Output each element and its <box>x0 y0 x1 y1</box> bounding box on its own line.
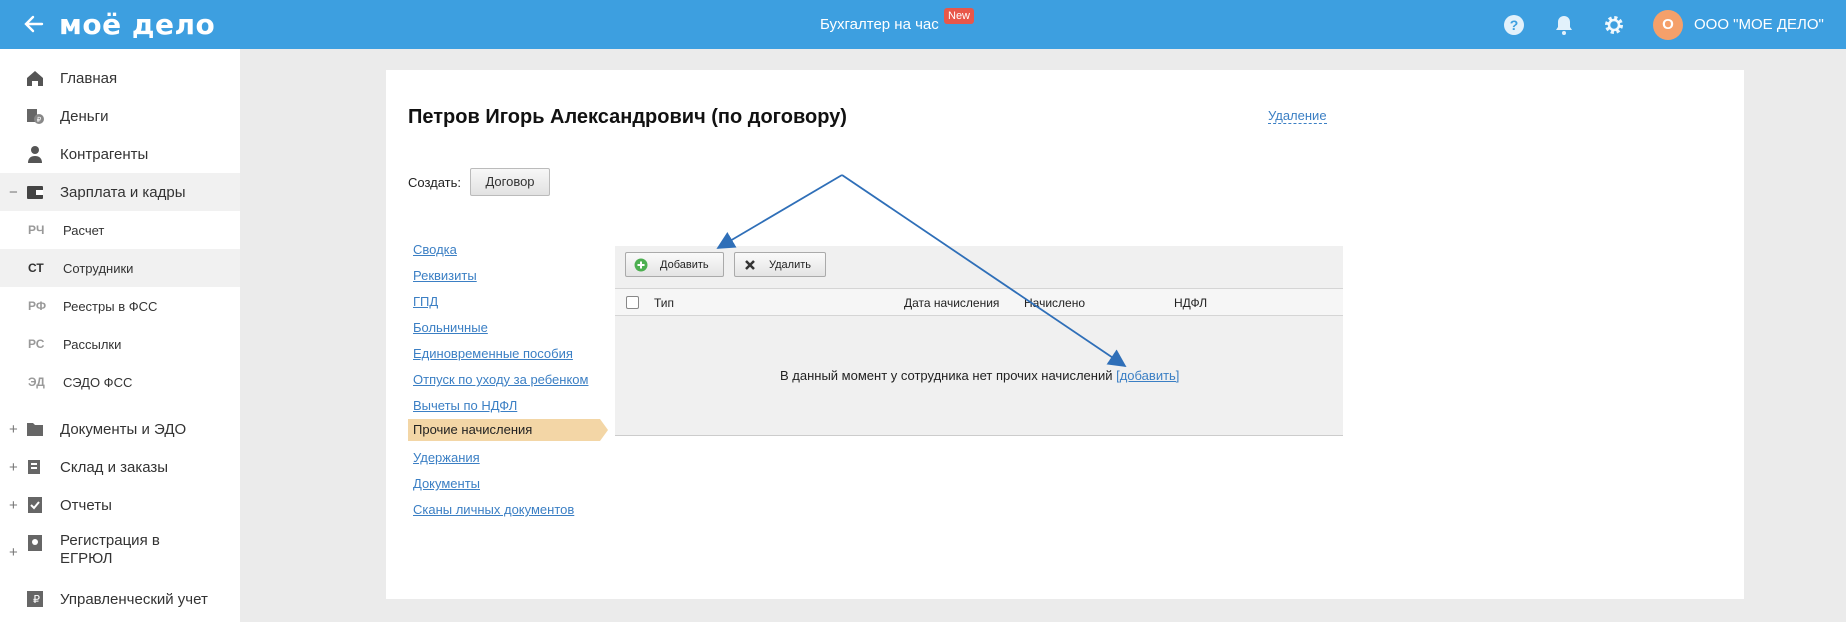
arrow-to-add-button <box>716 174 843 249</box>
annotation-arrows <box>716 174 1127 368</box>
arrow-to-add-link <box>841 174 1127 368</box>
